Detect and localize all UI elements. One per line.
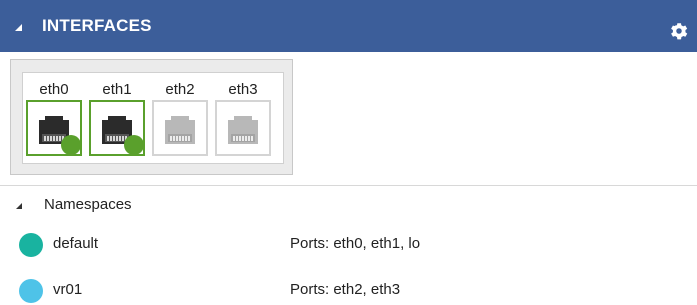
section-divider — [0, 185, 697, 186]
ports-container: eth0 eth1 eth2 eth3 — [22, 72, 284, 164]
port-eth3-box[interactable] — [215, 100, 271, 156]
port-label: eth1 — [102, 81, 132, 98]
namespace-name: vr01 — [53, 281, 83, 298]
port-eth1-box[interactable] — [89, 100, 145, 156]
namespace-name: default — [53, 235, 99, 252]
ethernet-port-icon — [228, 116, 258, 144]
port-eth2[interactable]: eth2 — [151, 81, 209, 156]
namespace-color-dot — [19, 279, 43, 303]
port-eth0-box[interactable] — [26, 100, 82, 156]
ethernet-port-icon — [165, 116, 195, 144]
port-status-dot — [124, 135, 144, 155]
port-label: eth3 — [228, 81, 258, 98]
port-eth2-box[interactable] — [152, 100, 208, 156]
port-eth1[interactable]: eth1 — [88, 81, 146, 156]
namespace-row-vr01[interactable]: vr01 Ports: eth2, eth3 — [0, 275, 697, 303]
port-eth3[interactable]: eth3 — [214, 81, 272, 156]
collapse-triangle-icon[interactable] — [15, 24, 22, 31]
namespaces-collapse-icon[interactable] — [16, 203, 22, 209]
namespace-ports: Ports: eth2, eth3 — [290, 281, 401, 298]
ports-panel: eth0 eth1 eth2 eth3 — [10, 59, 293, 175]
port-label: eth2 — [165, 81, 195, 98]
header-title: INTERFACES — [42, 16, 152, 35]
port-eth0[interactable]: eth0 — [25, 81, 83, 156]
port-label: eth0 — [39, 81, 69, 98]
namespace-ports: Ports: eth0, eth1, lo — [290, 235, 421, 252]
interfaces-header: INTERFACES — [0, 0, 697, 52]
namespaces-title: Namespaces — [44, 196, 132, 213]
namespace-row-default[interactable]: default Ports: eth0, eth1, lo — [0, 229, 697, 257]
namespace-color-dot — [19, 233, 43, 257]
port-status-dot — [61, 135, 81, 155]
gear-icon[interactable] — [668, 20, 690, 42]
